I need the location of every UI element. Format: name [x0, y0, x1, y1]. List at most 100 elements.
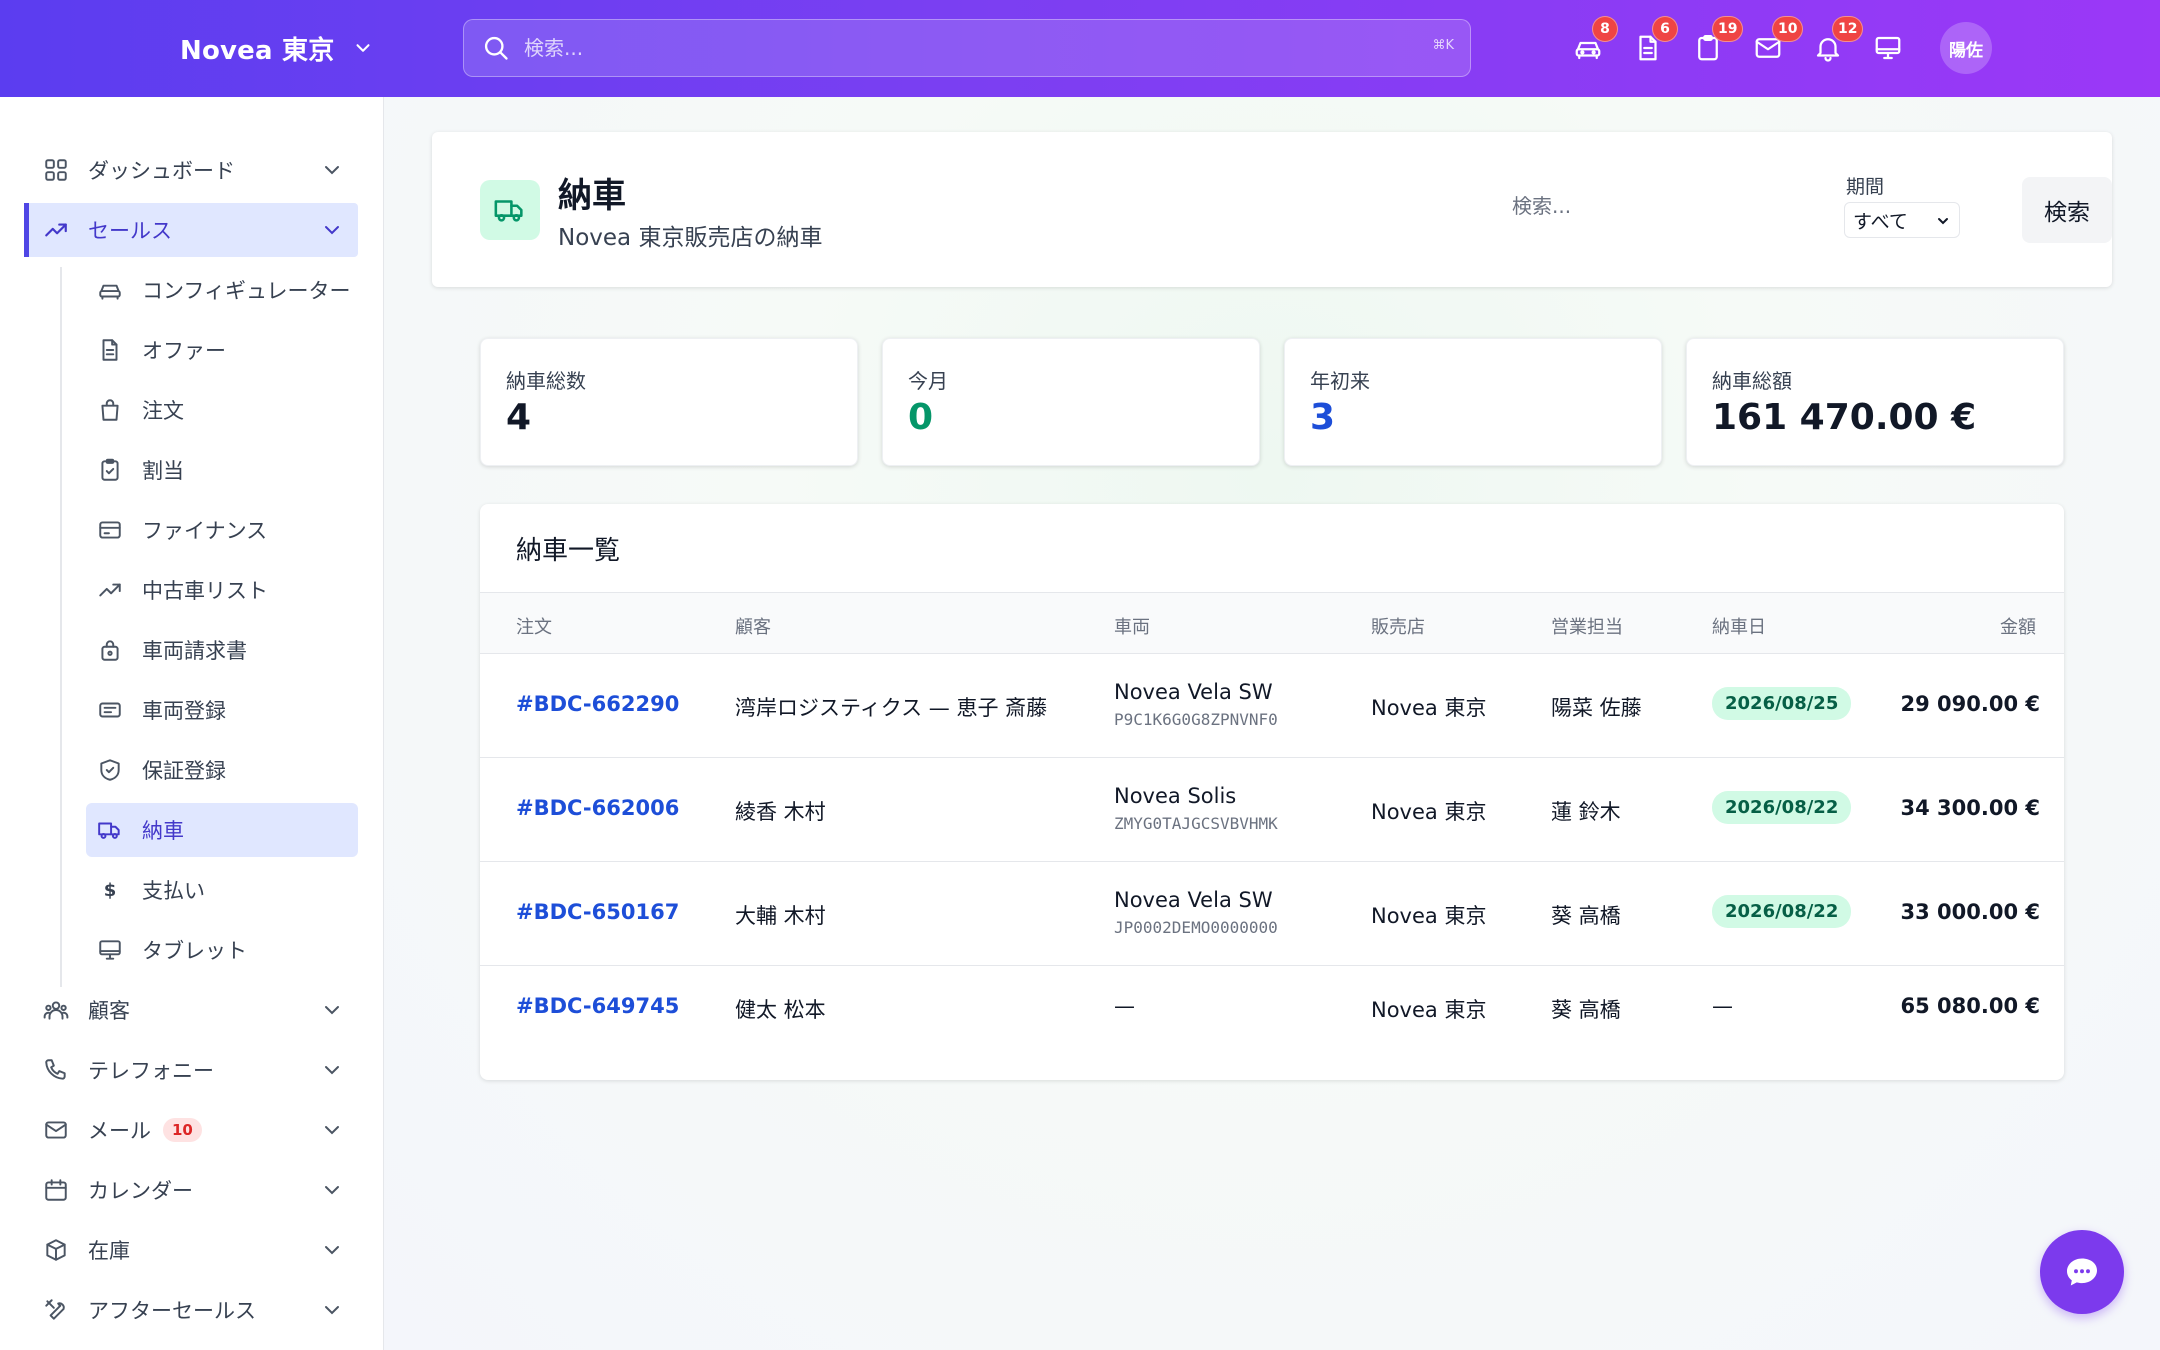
sidebar-item-finance[interactable]: ファイナンス	[86, 503, 358, 557]
page-header: 納車 Novea 東京販売店の納車 期間 すべて 検索	[432, 132, 2112, 287]
sidebar-item-offers[interactable]: オファー	[86, 323, 358, 377]
period-select[interactable]: すべて	[1844, 202, 1960, 238]
delivery-amount: 33 000.00 €	[1900, 900, 2041, 924]
chevron-down-icon	[356, 44, 370, 52]
global-search[interactable]: ⌘K	[463, 19, 1471, 77]
chevron-down-icon	[325, 1066, 339, 1075]
notification-badge: 19	[1712, 16, 1744, 42]
sidebar-item-label: ファイナンス	[142, 519, 268, 543]
vehicle-vin: P9C1K6G0G8ZPNVNF0	[1114, 710, 1278, 729]
trending-up-icon	[42, 216, 70, 244]
period-select-value: すべて	[1853, 210, 1908, 233]
sidebar-item-label: 注文	[142, 399, 184, 423]
customer-name: 綾香 木村	[735, 800, 826, 824]
stat-card-total: 納車総数 4	[480, 338, 858, 466]
sidebar-item-vehicle-invoices[interactable]: 車両請求書	[86, 623, 358, 677]
sidebar-item-label: カレンダー	[88, 1179, 193, 1203]
search-button[interactable]: 検索	[2022, 177, 2112, 243]
sidebar-item-customers[interactable]: 顧客	[24, 983, 358, 1037]
sidebar-item-after-sales[interactable]: アフターセールス	[24, 1283, 358, 1337]
order-link[interactable]: #BDC-650167	[516, 900, 679, 924]
sidebar-item-payments[interactable]: $ 支払い	[86, 863, 358, 917]
sidebar-item-tablet[interactable]: タブレット	[86, 923, 358, 977]
sidebar-item-label: 在庫	[88, 1239, 130, 1263]
table-row[interactable]: #BDC-650167 大輔 木村 Novea Vela SW JP0002DE…	[480, 862, 2064, 966]
brand-switcher[interactable]: Novea 東京	[180, 27, 374, 69]
stat-label: 納車総数	[506, 369, 586, 393]
sidebar-item-label: 納車	[142, 819, 184, 843]
table-row[interactable]: #BDC-649745 健太 松本 — Novea 東京 葵 高橋 — 65 0…	[480, 966, 2064, 1058]
credit-card-icon	[96, 516, 124, 544]
chat-button[interactable]	[2040, 1230, 2124, 1314]
chevron-down-icon	[325, 1006, 339, 1015]
monitor-icon	[1875, 36, 1901, 60]
sidebar-item-configurator[interactable]: コンフィギュレーター	[86, 263, 358, 317]
order-link[interactable]: #BDC-649745	[516, 994, 679, 1018]
sidebar-item-inventory[interactable]: 在庫	[24, 1223, 358, 1277]
sidebar-item-used-cars[interactable]: 中古車リスト	[86, 563, 358, 617]
sidebar-item-dashboard[interactable]: ダッシュボード	[24, 143, 358, 197]
sidebar-item-warranty[interactable]: 保証登録	[86, 743, 358, 797]
lock-bag-icon	[96, 636, 124, 664]
sidebar-item-sales[interactable]: セールス	[24, 203, 358, 257]
stat-card-ytd: 年初来 3	[1284, 338, 1662, 466]
notification-badge: 6	[1652, 16, 1678, 42]
column-header: 車両	[1114, 617, 1150, 638]
notification-badge: 10	[1772, 16, 1804, 42]
user-avatar[interactable]: 陽佐	[1940, 22, 1992, 74]
sidebar-item-label: タブレット	[142, 939, 247, 963]
delivery-amount: 34 300.00 €	[1900, 796, 2041, 820]
column-header: 販売店	[1371, 617, 1425, 638]
chevron-down-icon	[325, 1306, 339, 1315]
sidebar-item-orders[interactable]: 注文	[86, 383, 358, 437]
column-header: 営業担当	[1551, 617, 1623, 638]
mail-notifications[interactable]: 10	[1750, 16, 1804, 72]
clipboard-check-icon	[96, 456, 124, 484]
stat-value: 161 470.00 €	[1712, 397, 1977, 438]
dealer-name: Novea 東京	[1371, 800, 1487, 824]
delivery-date-badge: 2026/08/25	[1712, 687, 1852, 720]
dealer-name: Novea 東京	[1371, 904, 1487, 928]
sidebar-item-label: 保証登録	[142, 759, 226, 783]
vehicle-name: Novea Vela SW	[1114, 888, 1273, 912]
sidebar: ダッシュボード セールス コンフィギュレーター オファー 注文 割当 ファイナン…	[0, 97, 384, 1350]
sidebar-item-label: 支払い	[142, 879, 205, 903]
documents-notifications[interactable]: 6	[1630, 16, 1678, 72]
mail-icon	[42, 1116, 70, 1144]
chat-icon	[2067, 1258, 2097, 1286]
tasks-notifications[interactable]: 19	[1690, 16, 1744, 72]
chevron-down-icon	[325, 166, 339, 175]
stat-value: 0	[908, 397, 934, 438]
notification-badge: 8	[1592, 16, 1618, 42]
sidebar-item-mail[interactable]: メール 10	[24, 1103, 358, 1157]
stat-card-total-amount: 納車総額 161 470.00 €	[1686, 338, 2064, 466]
sidebar-item-label: 車両登録	[142, 699, 226, 723]
delivery-search-input[interactable]	[1512, 194, 1812, 218]
display-button[interactable]	[1870, 24, 1906, 72]
salesperson-name: 蓮 鈴木	[1551, 800, 1621, 824]
global-search-input[interactable]	[524, 36, 1404, 60]
sidebar-item-label: オファー	[142, 339, 226, 363]
stat-value: 4	[506, 397, 532, 438]
bell-notifications[interactable]: 12	[1810, 16, 1864, 72]
order-link[interactable]: #BDC-662290	[516, 692, 679, 716]
delivery-date-badge: 2026/08/22	[1712, 791, 1852, 824]
column-header: 注文	[516, 617, 552, 638]
sidebar-item-calendar[interactable]: カレンダー	[24, 1163, 358, 1217]
sidebar-item-telephony[interactable]: テレフォニー	[24, 1043, 358, 1097]
sidebar-item-label: 顧客	[88, 999, 130, 1023]
order-link[interactable]: #BDC-662006	[516, 796, 679, 820]
sidebar-item-vehicle-registration[interactable]: 車両登録	[86, 683, 358, 737]
sidebar-item-allocation[interactable]: 割当	[86, 443, 358, 497]
column-header: 納車日	[1712, 617, 1766, 638]
sidebar-item-deliveries[interactable]: 納車	[86, 803, 358, 857]
customer-name: 大輔 木村	[735, 904, 826, 928]
vehicle-name: —	[1114, 994, 1135, 1018]
brand-name: Novea 東京	[180, 35, 335, 66]
car-notifications[interactable]: 8	[1570, 16, 1618, 72]
vehicle-name: Novea Vela SW	[1114, 680, 1273, 704]
table-row[interactable]: #BDC-662006 綾香 木村 Novea Solis ZMYG0TAJGC…	[480, 758, 2064, 862]
sidebar-item-label: 車両請求書	[142, 639, 247, 663]
table-row[interactable]: #BDC-662290 湾岸ロジスティクス — 恵子 斎藤 Novea Vela…	[480, 654, 2064, 758]
page-subtitle: Novea 東京販売店の納車	[558, 225, 823, 251]
